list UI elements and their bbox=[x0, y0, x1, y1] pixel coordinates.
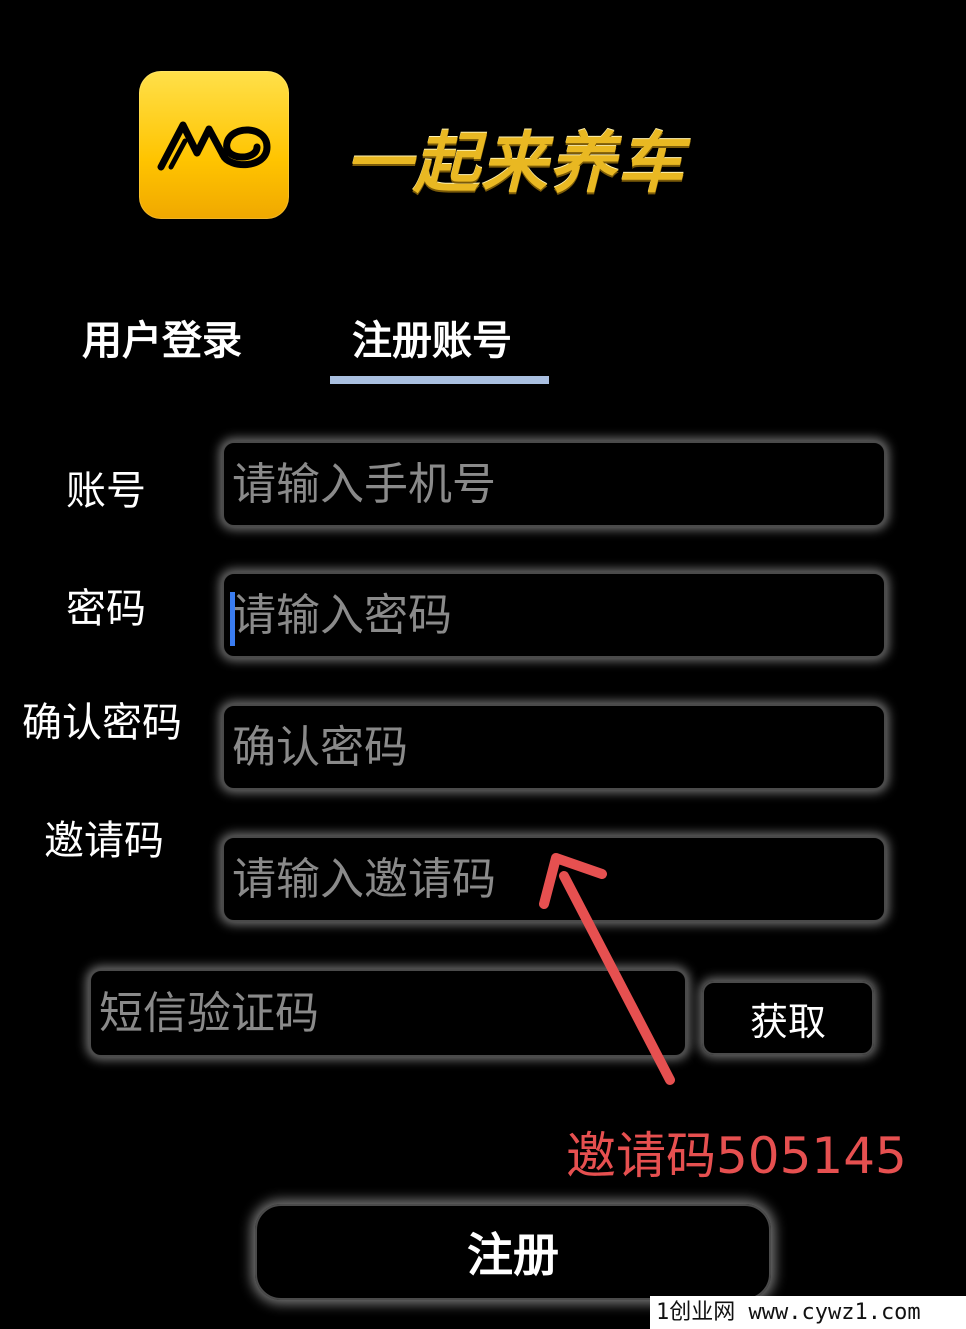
tab-user-login[interactable]: 用户登录 bbox=[82, 308, 242, 366]
password-input[interactable] bbox=[224, 574, 884, 656]
app-logo-icon bbox=[157, 121, 271, 171]
tab-register-account[interactable]: 注册账号 bbox=[352, 308, 512, 366]
account-input[interactable] bbox=[224, 443, 884, 525]
password-field[interactable] bbox=[222, 572, 886, 658]
watermark: 1创业网 www.cywz1.com bbox=[650, 1296, 966, 1329]
invite-code-label: 邀请码 bbox=[44, 818, 164, 864]
confirm-password-input[interactable] bbox=[224, 706, 884, 788]
account-label: 账号 bbox=[66, 468, 146, 514]
invite-code-annotation: 邀请码505145 bbox=[566, 1127, 907, 1185]
confirm-password-label: 确认密码 bbox=[22, 700, 182, 746]
account-field[interactable] bbox=[222, 441, 886, 527]
password-label: 密码 bbox=[66, 586, 146, 632]
confirm-password-field[interactable] bbox=[222, 704, 886, 790]
app-title: 一起来养车 bbox=[345, 125, 685, 202]
active-tab-indicator bbox=[330, 376, 549, 384]
get-code-button[interactable]: 获取 bbox=[702, 981, 874, 1055]
app-logo bbox=[139, 71, 289, 219]
register-button[interactable]: 注册 bbox=[255, 1204, 771, 1300]
text-caret bbox=[230, 592, 235, 646]
annotation-arrow-icon bbox=[539, 853, 675, 1085]
